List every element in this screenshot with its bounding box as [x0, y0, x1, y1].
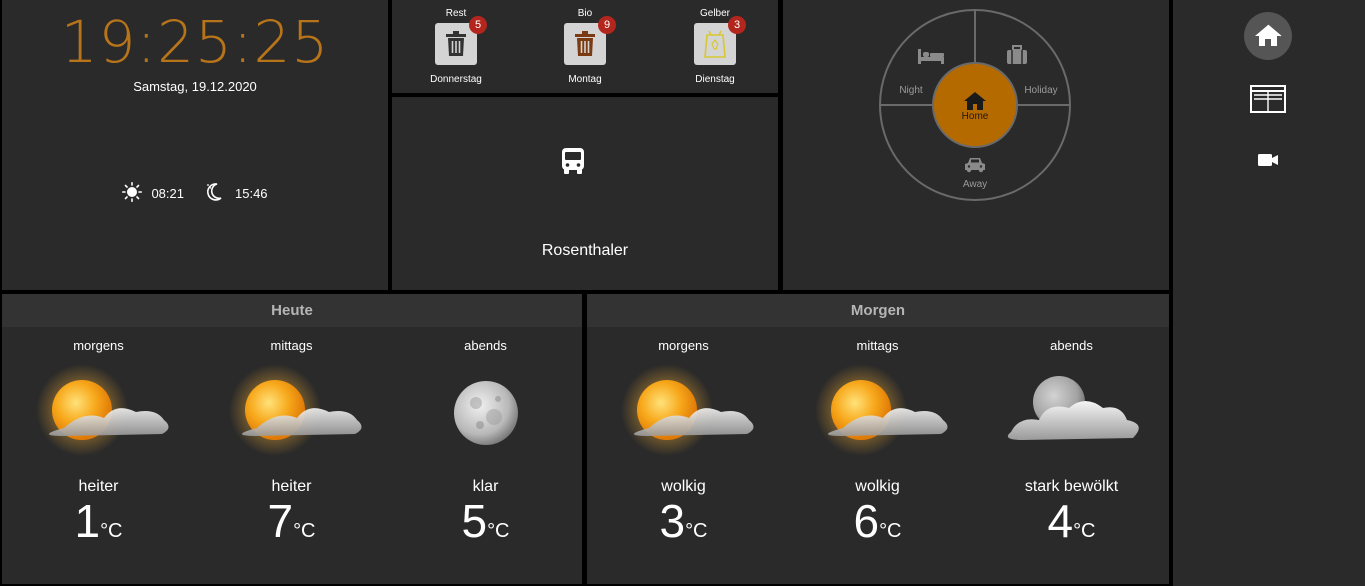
- sidebar: [1173, 0, 1365, 586]
- weather-description: klar: [472, 478, 499, 495]
- sidebar-camera-button[interactable]: [1256, 150, 1280, 170]
- forecast-period: mittags wolkig 6°C: [781, 327, 974, 558]
- transit-panel[interactable]: Rosenthaler: [392, 97, 778, 290]
- forecast-period: mittags heiter 7°C: [195, 327, 388, 558]
- weather-description: heiter: [78, 478, 119, 495]
- temperature: 4°C: [975, 496, 1168, 558]
- moon-icon: [389, 353, 582, 473]
- transit-stop-name: Rosenthaler: [541, 242, 629, 259]
- mode-wheel: [879, 9, 1071, 201]
- sunset-time: 15:46: [235, 186, 268, 201]
- mode-holiday-label[interactable]: Holiday: [1019, 85, 1063, 96]
- trash-day: Montag: [568, 74, 602, 85]
- sun-times: 08:21 15:46: [2, 182, 388, 205]
- trash-gelber[interactable]: Gelber 3 Dienstag: [660, 0, 770, 85]
- trash-count-badge: 3: [728, 16, 746, 34]
- weather-day-title: Heute: [2, 294, 582, 327]
- period-label: mittags: [856, 338, 899, 353]
- trash-day: Donnerstag: [430, 74, 482, 85]
- temperature: 5°C: [389, 496, 582, 558]
- temperature-unit: °C: [879, 520, 902, 542]
- camera-icon: [1258, 154, 1278, 166]
- period-label: morgens: [73, 338, 124, 353]
- clock-time: 19:25:25: [60, 8, 330, 76]
- period-label: abends: [1050, 338, 1093, 353]
- car-icon[interactable]: [964, 157, 986, 178]
- sun-cloud-icon: [2, 353, 195, 473]
- temperature-value: 6: [853, 495, 880, 547]
- temperature-value: 7: [267, 495, 294, 547]
- period-label: abends: [464, 338, 507, 353]
- trash-bin-button[interactable]: 5: [435, 16, 487, 65]
- trash-bio[interactable]: Bio 9 Montag: [530, 0, 640, 85]
- trash-name: Rest: [445, 8, 467, 19]
- weather-day-title: Morgen: [587, 294, 1169, 327]
- sidebar-blinds-button[interactable]: [1250, 84, 1286, 114]
- bus-icon: [560, 147, 586, 180]
- trash-day: Dienstag: [695, 74, 735, 85]
- sunrise-time: 08:21: [151, 186, 184, 201]
- trash-icon: [446, 31, 466, 56]
- moon-icon: [204, 182, 226, 205]
- temperature: 1°C: [2, 496, 195, 558]
- temperature-unit: °C: [685, 520, 708, 542]
- recycle-bag-icon: [704, 30, 726, 58]
- trash-bin-button[interactable]: 9: [564, 16, 616, 65]
- moon-cloud-icon: [975, 353, 1168, 473]
- temperature: 3°C: [587, 496, 780, 558]
- sun-icon: [122, 182, 143, 205]
- forecast-period: abends stark bewölkt 4°C: [975, 327, 1168, 558]
- trash-bin-button[interactable]: 3: [694, 16, 746, 65]
- blinds-icon: [1250, 85, 1286, 113]
- temperature-value: 5: [461, 495, 488, 547]
- weather-description: heiter: [271, 478, 312, 495]
- mode-home-label[interactable]: Home: [955, 111, 995, 122]
- sunrise: 08:21: [122, 182, 184, 205]
- trash-panel: Rest 5 Donnerstag Bio 9 Montag Gelber 3 …: [392, 0, 778, 93]
- temperature-unit: °C: [293, 520, 316, 542]
- temperature: 6°C: [781, 496, 974, 558]
- period-label: morgens: [658, 338, 709, 353]
- sun-cloud-icon: [587, 353, 780, 473]
- clock-date: Samstag, 19.12.2020: [133, 79, 257, 94]
- forecast-period: abends klar 5°C: [389, 327, 582, 558]
- temperature-value: 1: [74, 495, 101, 547]
- forecast-period: morgens wolkig 3°C: [587, 327, 780, 558]
- mode-away-label[interactable]: Away: [955, 179, 995, 190]
- weather-today-panel: Heute morgens heiter 1°C mittags heiter …: [2, 294, 582, 584]
- weather-description: stark bewölkt: [1024, 478, 1119, 495]
- sun-cloud-icon: [781, 353, 974, 473]
- weather-description: wolkig: [855, 478, 900, 495]
- temperature-value: 4: [1047, 495, 1074, 547]
- clock-panel: 19:25:25 Samstag, 19.12.2020 08:21 15:46: [2, 0, 388, 290]
- sunset: 15:46: [204, 182, 268, 205]
- temperature-value: 3: [659, 495, 686, 547]
- trash-name: Gelber: [699, 8, 730, 19]
- trash-count-badge: 9: [598, 16, 616, 34]
- temperature-unit: °C: [487, 520, 510, 542]
- home-icon: [1255, 24, 1282, 46]
- mode-night-label[interactable]: Night: [891, 85, 931, 96]
- weather-tomorrow-panel: Morgen morgens wolkig 3°C mittags wolkig…: [587, 294, 1169, 584]
- weather-description: wolkig: [661, 478, 706, 495]
- trash-rest[interactable]: Rest 5 Donnerstag: [401, 0, 511, 85]
- trash-name: Bio: [577, 8, 593, 19]
- sun-cloud-icon: [195, 353, 388, 473]
- sidebar-home-button[interactable]: [1244, 12, 1292, 60]
- suitcase-icon[interactable]: [1006, 45, 1028, 70]
- period-label: mittags: [270, 338, 313, 353]
- temperature-unit: °C: [1073, 520, 1096, 542]
- mode-panel: Night Holiday Home Away: [783, 0, 1169, 290]
- temperature-unit: °C: [100, 520, 123, 542]
- trash-icon: [575, 31, 595, 56]
- bed-icon[interactable]: [917, 47, 945, 70]
- trash-count-badge: 5: [469, 16, 487, 34]
- forecast-period: morgens heiter 1°C: [2, 327, 195, 558]
- temperature: 7°C: [195, 496, 388, 558]
